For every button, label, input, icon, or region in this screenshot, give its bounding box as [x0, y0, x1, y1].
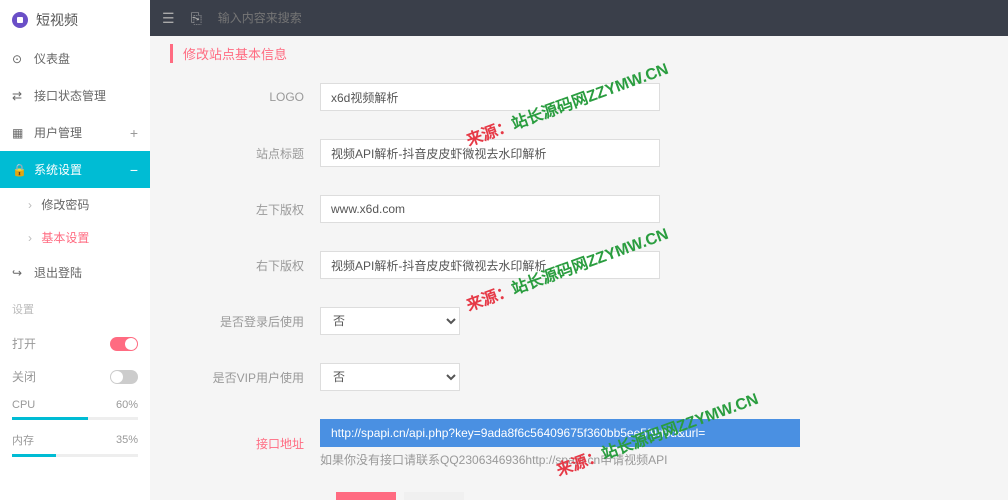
settings-section-label: 设置	[0, 291, 150, 327]
sidebar-item-system[interactable]: 🔒 系统设置 −	[0, 151, 150, 188]
memory-bar	[12, 454, 138, 457]
left-copy-input[interactable]	[320, 195, 660, 223]
app-title: 短视频	[36, 10, 78, 30]
copy-icon[interactable]: ⎘	[191, 10, 202, 27]
sidebar-item-label: 系统设置	[34, 161, 82, 178]
lock-icon: 🔒	[12, 163, 26, 177]
metric-value: 60%	[116, 399, 138, 411]
sub-item-label: 基本设置	[41, 231, 89, 245]
need-login-label: 是否登录后使用	[170, 313, 320, 330]
left-copy-label: 左下版权	[170, 201, 320, 218]
cpu-bar	[12, 417, 138, 420]
sidebar: 短视频 ⊙ 仪表盘 ⇄ 接口状态管理 ▦ 用户管理 + 🔒 系统设置 − 修改密…	[0, 0, 150, 500]
users-icon: ▦	[12, 126, 26, 140]
menu-icon[interactable]: ☰	[162, 10, 175, 27]
toggle-close[interactable]: 关闭	[0, 360, 150, 393]
api-url-label: 接口地址	[170, 435, 320, 452]
search-input[interactable]	[218, 11, 418, 25]
collapse-icon: −	[130, 162, 138, 178]
need-vip-label: 是否VIP用户使用	[170, 369, 320, 386]
content: 修改站点基本信息 LOGO 站点标题 左下版权 右下版权 是否登录后使用	[150, 36, 1008, 500]
sidebar-item-users[interactable]: ▦ 用户管理 +	[0, 114, 150, 151]
right-copy-label: 右下版权	[170, 257, 320, 274]
sub-item-label: 修改密码	[41, 198, 89, 212]
api-icon: ⇄	[12, 89, 26, 103]
metric-value: 35%	[116, 434, 138, 446]
toggle-switch[interactable]	[110, 337, 138, 351]
toggle-label: 打开	[12, 335, 36, 352]
sidebar-item-api-status[interactable]: ⇄ 接口状态管理	[0, 77, 150, 114]
sidebar-item-dashboard[interactable]: ⊙ 仪表盘	[0, 40, 150, 77]
toggle-switch[interactable]	[110, 370, 138, 384]
main: ☰ ⎘ 修改站点基本信息 LOGO 站点标题 左下版权 右下版权	[150, 0, 1008, 500]
metric-cpu: CPU 60%	[0, 393, 150, 417]
right-copy-input[interactable]	[320, 251, 660, 279]
toggle-label: 关闭	[12, 368, 36, 385]
dashboard-icon: ⊙	[12, 52, 26, 66]
toggle-open[interactable]: 打开	[0, 327, 150, 360]
sidebar-item-label: 仪表盘	[34, 50, 70, 67]
sidebar-item-logout[interactable]: ↪ 退出登陆	[0, 254, 150, 291]
sidebar-item-label: 退出登陆	[34, 264, 82, 281]
sidebar-item-label: 用户管理	[34, 124, 82, 141]
sidebar-item-label: 接口状态管理	[34, 87, 106, 104]
api-url-help: 如果你没有接口请联系QQ2306346936http://spapi.cn申请视…	[320, 451, 800, 468]
back-button[interactable]: 返回	[404, 492, 464, 500]
need-vip-select[interactable]: 否	[320, 363, 460, 391]
logout-icon: ↪	[12, 266, 26, 280]
submit-button[interactable]: 提交	[336, 492, 396, 500]
page-title: 修改站点基本信息	[170, 44, 988, 63]
expand-icon: +	[130, 125, 138, 141]
sub-item-basic-settings[interactable]: 基本设置	[0, 221, 150, 254]
site-title-label: 站点标题	[170, 145, 320, 162]
sub-item-change-password[interactable]: 修改密码	[0, 188, 150, 221]
logo-label: LOGO	[170, 90, 320, 104]
site-title-input[interactable]	[320, 139, 660, 167]
logo-icon	[12, 12, 28, 28]
metric-label: 内存	[12, 432, 34, 448]
app-logo: 短视频	[0, 0, 150, 40]
metric-memory: 内存 35%	[0, 426, 150, 454]
logo-input[interactable]	[320, 83, 660, 111]
metric-label: CPU	[12, 399, 35, 411]
api-url-input[interactable]	[320, 419, 800, 447]
need-login-select[interactable]: 否	[320, 307, 460, 335]
topbar: ☰ ⎘	[150, 0, 1008, 36]
